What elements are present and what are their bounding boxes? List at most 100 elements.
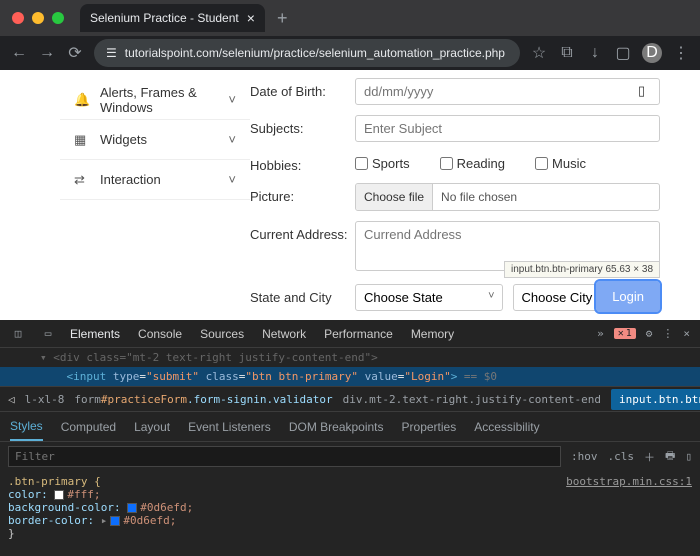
settings-icon[interactable]: ⚙ <box>646 327 653 340</box>
download-icon[interactable]: ↓ <box>586 44 604 62</box>
page-content: 🔔 Alerts, Frames & Windows ˅ ▦ Widgets ˅… <box>0 70 700 320</box>
reload-icon[interactable]: ⟳ <box>66 43 84 63</box>
tab-elements[interactable]: Elements <box>70 327 120 341</box>
back-icon[interactable]: ← <box>10 44 28 62</box>
error-count-badge[interactable]: ✕ 1 <box>614 328 636 339</box>
browser-toolbar: ← → ⟳ ☰ tutorialspoint.com/selenium/prac… <box>0 36 700 70</box>
breadcrumb-item[interactable]: div.mt-2.text-right.justify-content-end <box>343 393 601 406</box>
tab-accessibility[interactable]: Accessibility <box>474 420 539 434</box>
chevron-down-icon: ˅ <box>228 172 236 187</box>
subjects-label: Subjects: <box>250 115 355 136</box>
new-style-icon[interactable]: ＋ <box>644 449 655 465</box>
tab-performance[interactable]: Performance <box>324 327 393 341</box>
hobby-music[interactable]: Music <box>535 156 586 171</box>
tab-close-icon[interactable]: × <box>247 10 255 26</box>
state-select[interactable]: Choose State <box>355 284 503 311</box>
maximize-window-icon[interactable] <box>52 12 64 24</box>
choose-file-button[interactable]: Choose file <box>356 184 433 210</box>
inspect-element-icon[interactable]: ◫ <box>10 327 26 340</box>
url-text: tutorialspoint.com/selenium/practice/sel… <box>125 46 505 60</box>
devtools-toolbar: ◫ ▭ Elements Console Sources Network Per… <box>0 320 700 348</box>
breadcrumb-item[interactable]: form#practiceForm.form-signin.validator <box>74 393 332 406</box>
css-rule[interactable]: bootstrap.min.css:1 .btn-primary { color… <box>0 471 700 544</box>
sidebar-item-label: Interaction <box>100 172 161 187</box>
sidebar-item-label: Alerts, Frames & Windows <box>100 85 218 115</box>
app-icon[interactable]: ▢ <box>614 43 632 63</box>
tab-title: Selenium Practice - Student <box>90 11 239 25</box>
star-icon[interactable]: ☆ <box>530 43 548 63</box>
sidebar-item-widgets[interactable]: ▦ Widgets ˅ <box>60 120 250 160</box>
styles-tabs: Styles Computed Layout Event Listeners D… <box>0 412 700 442</box>
tab-memory[interactable]: Memory <box>411 327 454 341</box>
inspect-tooltip: input.btn.btn-primary 65.63 × 38 <box>504 261 660 278</box>
breadcrumb-scroll-left[interactable]: ◁ <box>8 393 15 406</box>
file-input[interactable]: Choose file No file chosen <box>355 183 660 211</box>
sidebar-item-label: Widgets <box>100 132 147 147</box>
forward-icon[interactable]: → <box>38 44 56 62</box>
address-bar[interactable]: ☰ tutorialspoint.com/selenium/practice/s… <box>94 39 520 67</box>
code-line-parent[interactable]: ▾ <div class="mt-2 text-right justify-co… <box>0 348 700 367</box>
code-line-selected[interactable]: <input type="submit" class="btn btn-prim… <box>0 367 700 386</box>
devtools-menu-icon[interactable]: ⋮ <box>662 327 673 340</box>
close-window-icon[interactable] <box>12 12 24 24</box>
menu-icon[interactable]: ⋮ <box>672 43 690 63</box>
more-tabs-icon[interactable]: » <box>597 327 604 340</box>
new-tab-button[interactable]: + <box>277 8 288 29</box>
hobby-reading[interactable]: Reading <box>440 156 505 171</box>
breadcrumb-item[interactable]: l-xl-8 <box>25 393 65 406</box>
window-titlebar: Selenium Practice - Student × + <box>0 0 700 36</box>
css-source-link[interactable]: bootstrap.min.css:1 <box>566 475 692 488</box>
minimize-window-icon[interactable] <box>32 12 44 24</box>
tab-network[interactable]: Network <box>262 327 306 341</box>
dob-input[interactable] <box>355 78 660 105</box>
sidebar: 🔔 Alerts, Frames & Windows ˅ ▦ Widgets ˅… <box>0 70 250 320</box>
form-area: Date of Birth: ▯ Subjects: Hobbies: Spor… <box>250 70 700 320</box>
breadcrumb-item-active[interactable]: input.btn.btn-primary <box>611 389 700 410</box>
tab-properties[interactable]: Properties <box>402 420 457 434</box>
extensions-icon[interactable]: ⧉ <box>558 44 576 62</box>
styles-filter-input[interactable] <box>8 446 561 467</box>
site-info-icon[interactable]: ☰ <box>106 46 117 60</box>
tab-layout[interactable]: Layout <box>134 420 170 434</box>
cls-toggle[interactable]: .cls <box>607 450 634 463</box>
panel-layout-icon[interactable]: ▯ <box>685 450 692 463</box>
grid-icon: ▦ <box>74 132 90 148</box>
dob-label: Date of Birth: <box>250 78 355 99</box>
row-hobbies: Hobbies: Sports Reading Music <box>250 152 660 173</box>
row-picture: Picture: Choose file No file chosen <box>250 183 660 211</box>
devtools-close-icon[interactable]: × <box>683 327 690 340</box>
profile-avatar[interactable]: D <box>642 43 662 63</box>
state-city-label: State and City <box>250 284 355 305</box>
traffic-lights <box>12 12 64 24</box>
breadcrumb-bar: ◁ l-xl-8 form#practiceForm.form-signin.v… <box>0 386 700 412</box>
tab-sources[interactable]: Sources <box>200 327 244 341</box>
tab-computed[interactable]: Computed <box>61 420 116 434</box>
subjects-input[interactable] <box>355 115 660 142</box>
hov-toggle[interactable]: :hov <box>571 450 598 463</box>
row-subjects: Subjects: <box>250 115 660 142</box>
color-swatch[interactable] <box>127 503 137 513</box>
color-swatch[interactable] <box>110 516 120 526</box>
color-swatch[interactable] <box>54 490 64 500</box>
file-name-text: No file chosen <box>433 184 525 210</box>
tab-console[interactable]: Console <box>138 327 182 341</box>
chevron-down-icon: ˅ <box>228 92 236 107</box>
styles-filter-row: :hov .cls ＋ 🖶 ▯ <box>0 442 700 471</box>
devtools: ◫ ▭ Elements Console Sources Network Per… <box>0 320 700 556</box>
browser-tab[interactable]: Selenium Practice - Student × <box>80 4 265 32</box>
sidebar-item-interaction[interactable]: ⇄ Interaction ˅ <box>60 160 250 200</box>
sidebar-item-alerts[interactable]: 🔔 Alerts, Frames & Windows ˅ <box>60 80 250 120</box>
login-button[interactable]: Login <box>596 281 660 312</box>
tab-event-listeners[interactable]: Event Listeners <box>188 420 271 434</box>
bell-icon: 🔔 <box>74 92 90 108</box>
chevron-down-icon: ˅ <box>228 132 236 147</box>
row-dob: Date of Birth: ▯ <box>250 78 660 105</box>
tab-styles[interactable]: Styles <box>10 419 43 441</box>
swap-icon: ⇄ <box>74 172 90 188</box>
tab-dom-breakpoints[interactable]: DOM Breakpoints <box>289 420 384 434</box>
print-icon[interactable]: 🖶 <box>665 447 675 466</box>
device-toolbar-icon[interactable]: ▭ <box>40 327 56 340</box>
address-label: Current Address: <box>250 221 355 242</box>
elements-panel: ▾ <div class="mt-2 text-right justify-co… <box>0 348 700 386</box>
hobby-sports[interactable]: Sports <box>355 156 410 171</box>
